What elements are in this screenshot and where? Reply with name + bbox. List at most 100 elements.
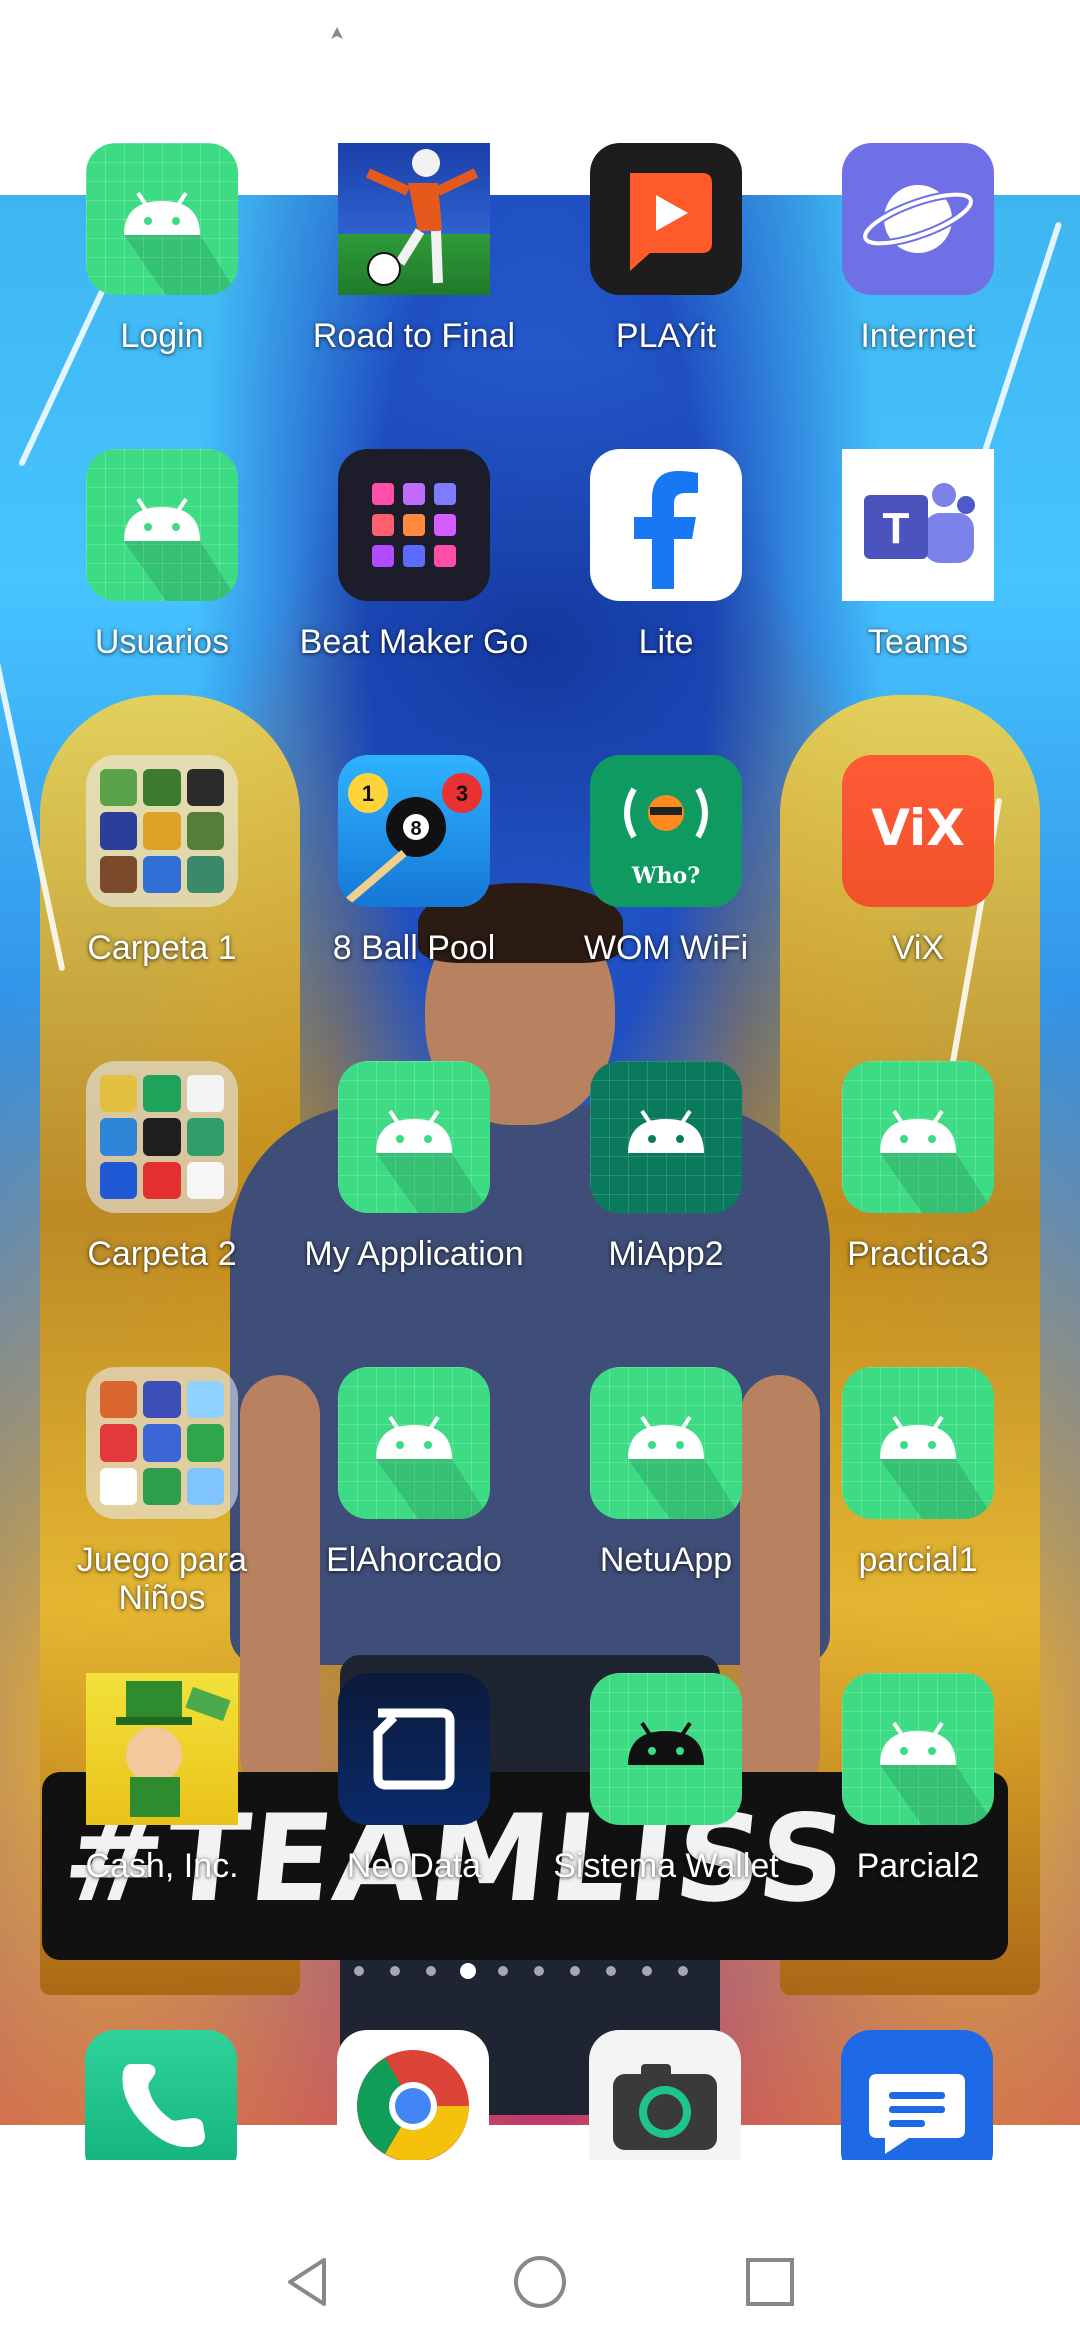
page-dot[interactable] [426, 1966, 436, 1976]
page-dot-active[interactable] [460, 1963, 476, 1979]
app-label: Login [120, 317, 204, 355]
cash-inc-icon [86, 1673, 238, 1825]
page-dot[interactable] [390, 1966, 400, 1976]
app-label: NetuApp [599, 1541, 733, 1579]
beat-maker-icon [338, 449, 490, 601]
samsung-internet-icon [842, 143, 994, 295]
app-neodata[interactable]: NeoData [299, 1673, 529, 1885]
app-label: parcial1 [858, 1541, 978, 1579]
app-facebook-lite[interactable]: Lite [551, 449, 781, 661]
android-icon [338, 1061, 490, 1213]
status-bar: Movistar 50 % 10:44 [0, 0, 1080, 72]
folder-carpeta-1[interactable]: Carpeta 1 [47, 755, 277, 967]
app-my-application[interactable]: My Application [299, 1061, 529, 1273]
app-label: NeoData [346, 1847, 482, 1885]
app-sistema-wallet[interactable]: Sistema Wallet [551, 1673, 781, 1885]
android-icon [842, 1673, 994, 1825]
app-label: Practica3 [847, 1235, 989, 1273]
app-label: Road to Final [312, 317, 516, 355]
facebook-icon [590, 449, 742, 601]
signal-icon [234, 24, 263, 50]
vix-icon: ViX [842, 755, 994, 907]
page-dot[interactable] [642, 1966, 652, 1976]
app-practica3[interactable]: Practica3 [803, 1061, 1033, 1273]
android-icon [86, 449, 238, 601]
app-label: Carpeta 2 [87, 1235, 237, 1273]
app-label: Carpeta 1 [87, 929, 237, 967]
app-label: Usuarios [94, 623, 230, 661]
svg-text:T: T [883, 504, 910, 553]
mute-icon [738, 20, 766, 48]
recents-icon[interactable] [738, 2250, 802, 2314]
soccer-game-icon [338, 143, 490, 295]
app-vix[interactable]: ViX ViX [803, 755, 1033, 967]
location-icon [324, 22, 350, 48]
page-dot[interactable] [354, 1966, 364, 1976]
billiards-icon: 1 3 8 [338, 755, 490, 907]
app-wom-wifi[interactable]: Who? WOM WiFi [551, 755, 781, 967]
neodata-icon [338, 1673, 490, 1825]
page-dot[interactable] [498, 1966, 508, 1976]
svg-text:1: 1 [362, 781, 374, 806]
android-icon [590, 1673, 742, 1825]
app-label: ElAhorcado [326, 1541, 502, 1579]
android-icon [590, 1061, 742, 1213]
home-icon[interactable] [508, 2250, 572, 2314]
app-8-ball-pool[interactable]: 1 3 8 8 Ball Pool [299, 755, 529, 967]
teams-icon: T [842, 449, 994, 601]
page-dot[interactable] [534, 1966, 544, 1976]
page-indicator[interactable] [340, 1960, 740, 1984]
app-login[interactable]: Login [47, 143, 277, 355]
app-elahorcado[interactable]: ElAhorcado [299, 1367, 529, 1579]
app-playit[interactable]: PLAYit [551, 143, 781, 355]
back-icon[interactable] [276, 2250, 340, 2314]
alarm-icon [695, 22, 721, 48]
app-beat-maker-go[interactable]: Beat Maker Go [299, 449, 529, 661]
folder-icon [86, 1061, 238, 1213]
playit-icon [590, 143, 742, 295]
carrier-name: Movistar [78, 16, 199, 52]
android-icon [86, 143, 238, 295]
app-parcial1[interactable]: parcial1 [803, 1367, 1033, 1579]
svg-text:Who?: Who? [631, 863, 700, 889]
clock: 10:44 [920, 16, 1001, 52]
app-road-to-final[interactable]: Road to Final [299, 143, 529, 355]
app-label: MiApp2 [608, 1235, 724, 1273]
app-label: Lite [638, 623, 694, 661]
app-parcial2[interactable]: Parcial2 [803, 1673, 1033, 1885]
app-miapp2[interactable]: MiApp2 [551, 1061, 781, 1273]
android-icon [590, 1367, 742, 1519]
app-teams[interactable]: T Teams [803, 449, 1033, 661]
app-usuarios[interactable]: Usuarios [47, 449, 277, 661]
app-label: Teams [867, 623, 969, 661]
app-label: PLAYit [615, 317, 717, 355]
android-icon [842, 1367, 994, 1519]
app-cash-inc[interactable]: Cash, Inc. [47, 1673, 277, 1885]
wom-wifi-icon: Who? [590, 755, 742, 907]
folder-icon [86, 755, 238, 907]
page-dot[interactable] [570, 1966, 580, 1976]
app-label: Parcial2 [856, 1847, 980, 1885]
app-label: Internet [860, 317, 976, 355]
app-label: Sistema Wallet [553, 1847, 779, 1885]
app-label: Beat Maker Go [299, 623, 529, 661]
page-dot[interactable] [606, 1966, 616, 1976]
android-icon [338, 1367, 490, 1519]
app-label: 8 Ball Pool [332, 929, 496, 967]
battery-percent: 50 % [774, 16, 847, 52]
app-internet[interactable]: Internet [803, 143, 1033, 355]
folder-icon [86, 1367, 238, 1519]
app-label: ViX [891, 929, 945, 967]
android-icon [842, 1061, 994, 1213]
folder-carpeta-2[interactable]: Carpeta 2 [47, 1061, 277, 1273]
wifi-icon [278, 20, 318, 51]
battery-icon [854, 22, 906, 48]
app-netuapp[interactable]: NetuApp [551, 1367, 781, 1579]
page-dot[interactable] [678, 1966, 688, 1976]
folder-juego-para-ninos[interactable]: Juego para Niños [47, 1367, 277, 1617]
app-label: WOM WiFi [583, 929, 749, 967]
app-label: Cash, Inc. [85, 1847, 239, 1885]
app-label: My Application [304, 1235, 524, 1273]
app-label: Juego para Niños [76, 1541, 248, 1617]
svg-text:8: 8 [410, 818, 421, 840]
